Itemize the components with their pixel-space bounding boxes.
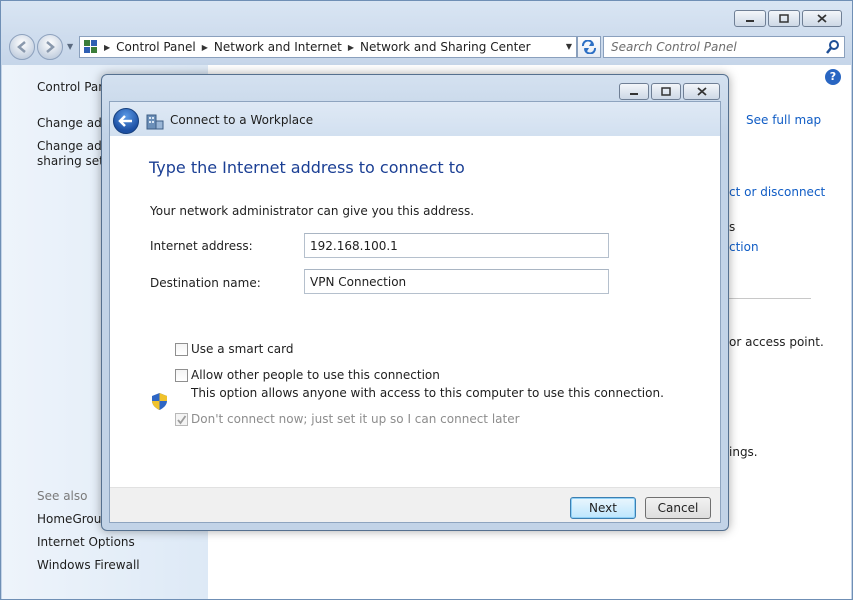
- maximize-icon: [779, 14, 789, 23]
- next-button[interactable]: Next: [570, 497, 636, 519]
- see-also-heading: See also: [37, 489, 88, 503]
- dialog-caption-buttons: [619, 83, 720, 100]
- refresh-button[interactable]: [577, 36, 601, 58]
- breadcrumb-network-and-internet[interactable]: Network and Internet: [214, 40, 342, 54]
- breadcrumb-network-sharing-center[interactable]: Network and Sharing Center: [360, 40, 531, 54]
- maximize-button[interactable]: [768, 10, 800, 27]
- dialog-close-button[interactable]: [683, 83, 720, 100]
- internet-options-link[interactable]: Internet Options: [37, 535, 135, 550]
- dialog-header: Connect to a Workplace: [110, 102, 720, 136]
- partial-text: ings.: [729, 445, 758, 459]
- help-button[interactable]: ?: [825, 69, 841, 85]
- address-dropdown-icon[interactable]: ▼: [566, 42, 572, 51]
- checkmark-icon: [177, 415, 187, 425]
- minimize-icon: [630, 92, 638, 95]
- search-icon[interactable]: [826, 40, 840, 54]
- help-icon: ?: [829, 70, 837, 83]
- page-heading: Type the Internet address to connect to: [149, 158, 465, 177]
- control-panel-icon: [84, 40, 97, 53]
- destination-name-input[interactable]: [304, 269, 609, 294]
- connect-disconnect-link[interactable]: ct or disconnect: [729, 185, 825, 199]
- breadcrumb-control-panel[interactable]: Control Panel: [116, 40, 196, 54]
- navigation-bar: ▼ ▶ Control Panel ▶ Network and Internet…: [9, 33, 845, 61]
- close-button[interactable]: [802, 10, 842, 27]
- back-arrow-icon: [118, 115, 132, 127]
- dialog-maximize-button[interactable]: [651, 83, 681, 100]
- dont-connect-label[interactable]: Don't connect now; just set it up so I c…: [191, 412, 520, 426]
- allow-others-checkbox[interactable]: [175, 369, 188, 382]
- recent-pages-dropdown-icon[interactable]: ▼: [67, 42, 73, 51]
- refresh-icon: [582, 40, 596, 54]
- smart-card-label[interactable]: Use a smart card: [191, 342, 293, 356]
- forward-arrow-icon: [46, 41, 55, 53]
- workplace-building-icon: [146, 114, 164, 130]
- cancel-button[interactable]: Cancel: [645, 497, 711, 519]
- dialog-body: Type the Internet address to connect to …: [110, 136, 720, 487]
- chevron-right-icon[interactable]: ▶: [104, 43, 110, 52]
- maximize-icon: [661, 87, 671, 96]
- destination-name-label: Destination name:: [150, 276, 261, 290]
- allow-others-label[interactable]: Allow other people to use this connectio…: [191, 368, 440, 382]
- back-button[interactable]: [9, 34, 35, 60]
- minimize-button[interactable]: [734, 10, 766, 27]
- close-icon: [817, 14, 827, 23]
- connect-to-workplace-dialog: Connect to a Workplace Type the Internet…: [101, 74, 729, 531]
- window-caption-buttons: [734, 10, 842, 27]
- dialog-title: Connect to a Workplace: [170, 113, 314, 127]
- allow-others-note: This option allows anyone with access to…: [191, 386, 664, 400]
- dont-connect-checkbox[interactable]: [175, 413, 188, 426]
- search-input[interactable]: Search Control Panel: [603, 36, 845, 58]
- partial-link[interactable]: ction: [729, 240, 759, 254]
- partial-text: or access point.: [729, 335, 824, 349]
- close-icon: [696, 87, 707, 96]
- search-placeholder: Search Control Panel: [611, 40, 737, 54]
- homegroup-link[interactable]: HomeGroup: [37, 512, 109, 527]
- uac-shield-icon: [152, 393, 167, 410]
- internet-address-label: Internet address:: [150, 239, 253, 253]
- forward-button[interactable]: [37, 34, 63, 60]
- dialog-minimize-button[interactable]: [619, 83, 649, 100]
- dialog-footer: Next Cancel: [110, 487, 720, 522]
- chevron-right-icon[interactable]: ▶: [202, 43, 208, 52]
- chevron-right-icon[interactable]: ▶: [348, 43, 354, 52]
- internet-address-input[interactable]: [304, 233, 609, 258]
- see-full-map-link[interactable]: See full map: [746, 113, 821, 127]
- partial-text: s: [729, 220, 736, 234]
- smart-card-checkbox[interactable]: [175, 343, 188, 356]
- windows-firewall-link[interactable]: Windows Firewall: [37, 558, 140, 573]
- minimize-icon: [746, 19, 754, 22]
- dialog-back-button[interactable]: [113, 108, 139, 134]
- address-bar[interactable]: ▶ Control Panel ▶ Network and Internet ▶…: [79, 36, 577, 58]
- instruction-text: Your network administrator can give you …: [150, 204, 475, 218]
- divider: [729, 298, 811, 299]
- back-arrow-icon: [17, 41, 26, 53]
- dialog-client-area: Connect to a Workplace Type the Internet…: [109, 101, 721, 523]
